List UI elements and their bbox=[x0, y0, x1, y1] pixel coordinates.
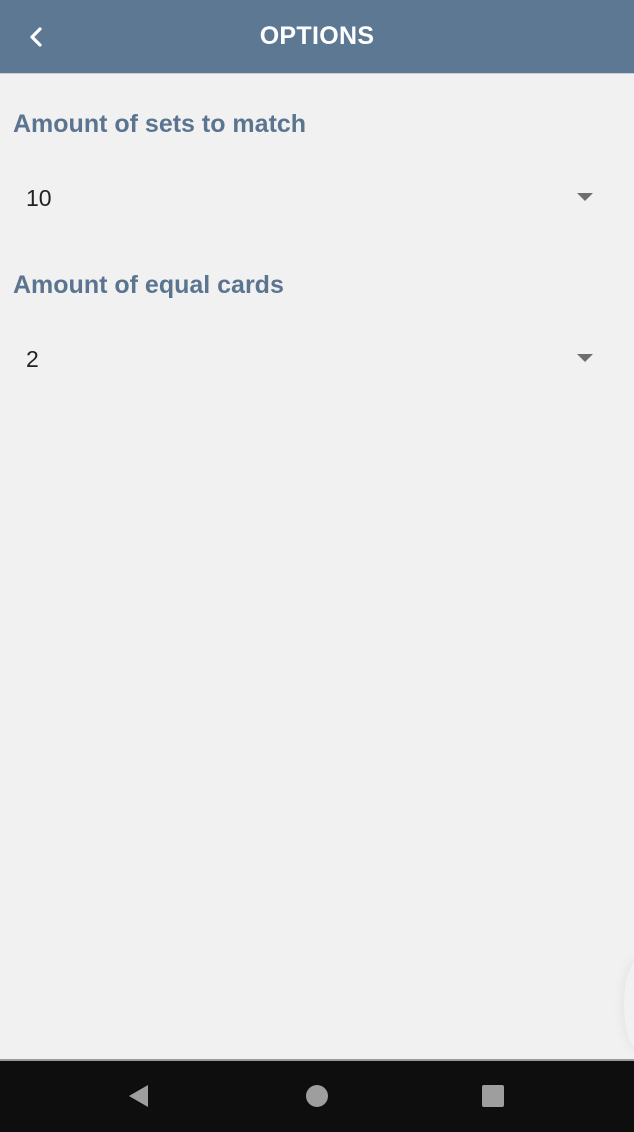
nav-recents-button[interactable] bbox=[480, 1083, 506, 1109]
nav-home-icon bbox=[306, 1085, 328, 1107]
equal-cards-label: Amount of equal cards bbox=[13, 271, 284, 299]
sets-to-match-dropdown[interactable]: 10 bbox=[0, 168, 634, 228]
sets-to-match-label: Amount of sets to match bbox=[13, 110, 307, 138]
nav-home-button[interactable] bbox=[304, 1083, 330, 1109]
nav-back-icon bbox=[129, 1085, 148, 1107]
dropdown-arrow-icon bbox=[577, 193, 593, 201]
page-title: OPTIONS bbox=[259, 22, 375, 50]
system-nav-bar bbox=[0, 1059, 634, 1132]
dropdown-arrow-icon bbox=[577, 354, 593, 362]
partial-floating-button bbox=[624, 960, 634, 1050]
equal-cards-value: 2 bbox=[26, 346, 39, 372]
sets-to-match-value: 10 bbox=[26, 185, 52, 211]
nav-recents-icon bbox=[482, 1085, 504, 1107]
nav-back-button[interactable] bbox=[126, 1083, 152, 1109]
app-bar: OPTIONS bbox=[0, 0, 634, 74]
equal-cards-dropdown[interactable]: 2 bbox=[0, 329, 634, 389]
